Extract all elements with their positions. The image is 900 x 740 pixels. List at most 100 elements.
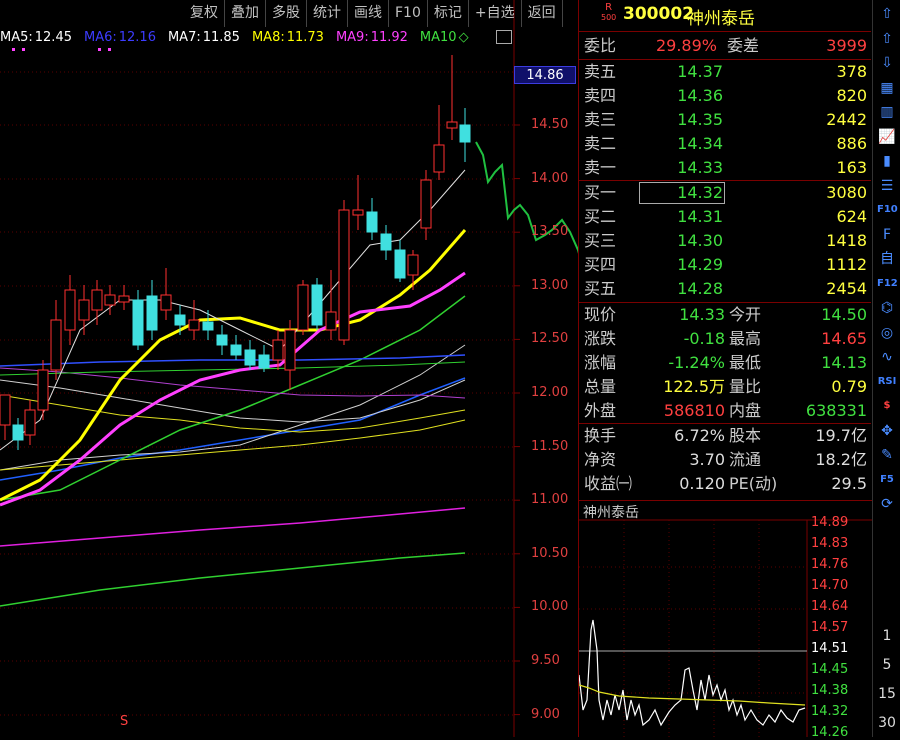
stat-row: 总量 122.5万 量比 0.79	[579, 375, 871, 399]
toolbar-item-4[interactable]: 画线	[348, 0, 389, 27]
candle-body	[284, 329, 296, 371]
candle-body	[325, 311, 337, 331]
y-axis-tick: 13.50	[531, 224, 569, 240]
toolbar-item-1[interactable]: 叠加	[225, 0, 266, 27]
candle-body	[407, 254, 419, 276]
up-outline-icon[interactable]: ⇧	[877, 29, 897, 49]
mini-y-tick: 14.83	[811, 536, 849, 551]
chart-icon[interactable]: ⌬	[877, 298, 897, 318]
sell-volume: 378	[836, 62, 867, 81]
period-button[interactable]: 5	[877, 655, 897, 675]
ma-legend-value: 11.73	[286, 30, 324, 45]
candle-body	[258, 354, 270, 369]
candle-body	[433, 144, 445, 173]
ma-legend-item: MA8: 11.73	[252, 30, 330, 45]
ma-legend: MA5: 12.45 MA6: 12.16 MA7: 11.85 MA8: 11.73 MA9:…	[0, 28, 481, 48]
y-axis-tick: 11.50	[531, 438, 569, 454]
candle-body	[394, 249, 406, 279]
refresh-icon[interactable]: ⟳	[877, 494, 897, 514]
self-icon[interactable]: 自	[877, 249, 897, 269]
period-button[interactable]: 1	[877, 626, 897, 646]
fund-value: 6.72%	[674, 426, 725, 445]
circle-icon[interactable]: ◎	[877, 323, 897, 343]
mini-y-tick: 14.38	[811, 683, 849, 698]
s-icon[interactable]: $	[877, 396, 897, 416]
mini-y-tick: 14.70	[811, 578, 849, 593]
candle-body	[244, 349, 256, 366]
ma-line-green-long	[0, 552, 466, 607]
candle-body	[64, 289, 76, 331]
buy-price: 14.29	[677, 255, 723, 274]
sell-price: 14.35	[677, 110, 723, 129]
y-axis-tick: 13.00	[531, 277, 569, 293]
candle-body	[202, 321, 214, 331]
candle-body	[174, 314, 186, 326]
legend-dots	[12, 48, 111, 51]
mini-y-tick: 14.45	[811, 662, 849, 677]
move-icon[interactable]: ✥	[877, 421, 897, 441]
stat-value: -1.24%	[668, 353, 725, 372]
y-axis-tick: 12.00	[531, 385, 569, 400]
buy-price: 14.32	[677, 183, 723, 202]
candle-body	[366, 211, 378, 233]
stat-value: 14.65	[821, 329, 867, 348]
candle-body	[91, 289, 103, 311]
rsi-icon[interactable]: RSI	[877, 372, 897, 392]
table-icon[interactable]: ▥	[877, 102, 897, 122]
sell-label: 卖四	[584, 86, 617, 105]
period-button[interactable]: 30	[877, 713, 897, 733]
buy-row: 买四 14.29 1112	[579, 253, 871, 277]
ma-legend-item: MA6: 12.16	[84, 30, 162, 45]
grid-icon[interactable]: ▦	[877, 78, 897, 98]
toolbar-item-2[interactable]: 多股	[266, 0, 307, 27]
y-axis-tick: 11.00	[531, 492, 569, 508]
ma-line-blue-flat	[0, 354, 466, 367]
candle-body	[446, 121, 458, 129]
stat-row: 外盘 586810 内盘 638331	[579, 399, 871, 423]
stat-row: 涨幅 -1.24% 最低 14.13	[579, 351, 871, 375]
intraday-mini-chart[interactable]: 神州泰岳 14.89 14.83 14.76 14.70 14.64 14.57 14.51…	[578, 500, 873, 740]
candle-body	[104, 294, 116, 306]
ma-legend-label: MA10	[419, 30, 457, 45]
fund-label: 收益㈠	[584, 474, 633, 493]
stat-label: 量比	[729, 377, 762, 396]
y-axis-tick: 9.50	[531, 653, 560, 668]
kline-chart[interactable]: 复权 叠加 多股 统计 画线 F10 标记 +自选 返回 MA5: 12.45 MA6: 12.16 M…	[0, 0, 578, 737]
toolbar-item-8[interactable]: 返回	[522, 0, 563, 27]
buy-volume: 1112	[826, 255, 867, 274]
fund-value: 18.2亿	[815, 450, 867, 469]
f5-icon[interactable]: F5	[877, 470, 897, 490]
ma-line-white-3	[0, 379, 466, 423]
toolbar-item-3[interactable]: 统计	[307, 0, 348, 27]
down-outline-icon[interactable]: ⇩	[877, 53, 897, 73]
toolbar-item-7[interactable]: +自选	[469, 0, 522, 27]
f2-icon[interactable]: F12	[877, 274, 898, 294]
buy-price: 14.31	[677, 207, 723, 226]
line-chart-icon[interactable]: 📈	[877, 127, 897, 147]
toolbar-item-5[interactable]: F10	[389, 0, 428, 27]
sell-price: 14.37	[677, 62, 723, 81]
toolbar-item-0[interactable]: 复权	[184, 0, 225, 27]
candle-icon[interactable]: ▮	[877, 151, 897, 171]
toolbar-item-6[interactable]: 标记	[428, 0, 469, 27]
f10-icon[interactable]: F10	[877, 200, 898, 220]
ma-legend-item: MA5: 12.45	[0, 30, 78, 45]
mini-y-tick: 14.26	[811, 725, 849, 740]
fundamental-row: 收益㈠ 0.120 PE(动) 29.5	[579, 472, 871, 496]
wave-icon[interactable]: ∿	[877, 347, 897, 367]
expand-icon[interactable]	[496, 30, 512, 44]
buy-row: 买二 14.31 624	[579, 205, 871, 229]
side-toolbar: ⇧ ⇧ ⇩ ▦ ▥ 📈 ▮ ☰ F10 F 自 F12 ⌬ ◎ ∿ RSI $ ✥ ✎ F5 ⟳ 1 5 15 30	[872, 0, 900, 737]
ma-legend-label: MA9:	[335, 30, 369, 45]
f-icon[interactable]: F	[877, 225, 897, 245]
pen-icon[interactable]: ✎	[877, 445, 897, 465]
stat-label: 内盘	[729, 401, 762, 420]
buy-price: 14.28	[677, 279, 723, 298]
candle-body	[311, 284, 323, 326]
period-button[interactable]: 15	[877, 684, 897, 704]
ma-legend-value: ◇	[458, 30, 469, 45]
list-icon[interactable]: ☰	[877, 176, 897, 196]
fund-label: PE(动)	[729, 474, 778, 493]
up-arrow-icon[interactable]: ⇧	[877, 4, 897, 24]
candle-body	[230, 344, 242, 356]
